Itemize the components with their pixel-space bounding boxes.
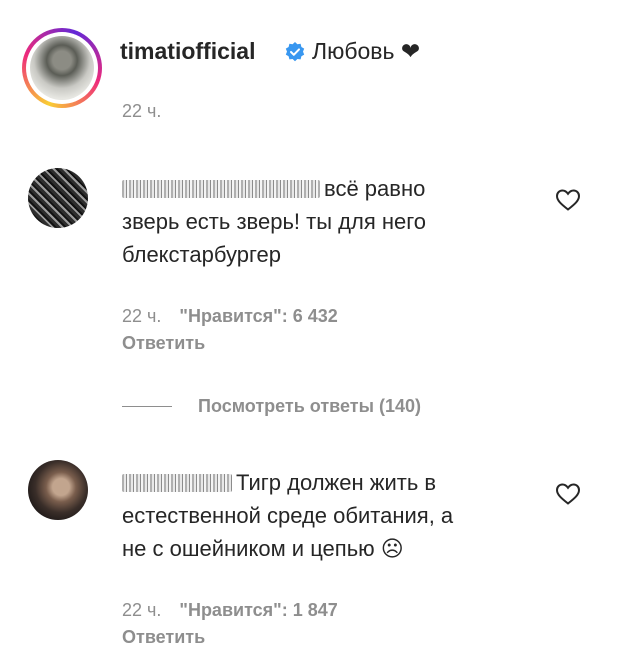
verified-badge-icon <box>285 42 305 62</box>
view-replies-divider <box>122 406 172 407</box>
post-author-avatar[interactable] <box>22 28 102 108</box>
comment-line-1: всё равно <box>122 172 522 205</box>
comment-line-3: блекстарбургер <box>122 242 281 267</box>
avatar-image <box>30 36 94 100</box>
comment-line-3: не с ошейником и цепью ☹ <box>122 536 404 561</box>
comment-line-2: естественной среде обитания, а <box>122 503 454 528</box>
comment-text-part: Тигр должен жить в <box>236 470 437 495</box>
reply-button[interactable]: Ответить <box>122 627 205 648</box>
comment-likes[interactable]: "Нравится": 1 847 <box>179 600 337 620</box>
comment-time[interactable]: 22 ч. <box>122 306 161 326</box>
comment-meta: 22 ч. "Нравится": 1 847 <box>122 600 338 621</box>
reply-button[interactable]: Ответить <box>122 333 205 354</box>
heart-icon[interactable] <box>555 188 581 212</box>
comment-text: Тигр должен жить в естественной среде об… <box>122 466 522 565</box>
comment-likes[interactable]: "Нравится": 6 432 <box>179 306 337 326</box>
post-username[interactable]: timatiofficial <box>120 38 255 65</box>
view-replies-button[interactable]: Посмотреть ответы (140) <box>198 396 421 417</box>
comment-avatar[interactable] <box>28 168 88 228</box>
post-caption: Любовь ❤ <box>312 38 421 64</box>
post-time: 22 ч. <box>122 101 162 121</box>
comment-username-obscured[interactable] <box>122 474 232 492</box>
comment-line-2: зверь есть зверь! ты для него <box>122 209 427 234</box>
comment-username-obscured[interactable] <box>122 180 320 198</box>
comment-line-1: Тигр должен жить в <box>122 466 522 499</box>
heart-icon[interactable] <box>555 482 581 506</box>
comment-text-part: всё равно <box>324 176 426 201</box>
comment-avatar[interactable] <box>28 460 88 520</box>
comment-time[interactable]: 22 ч. <box>122 600 161 620</box>
comment-meta: 22 ч. "Нравится": 6 432 <box>122 306 338 327</box>
comment-text: всё равно зверь есть зверь! ты для него … <box>122 172 522 271</box>
